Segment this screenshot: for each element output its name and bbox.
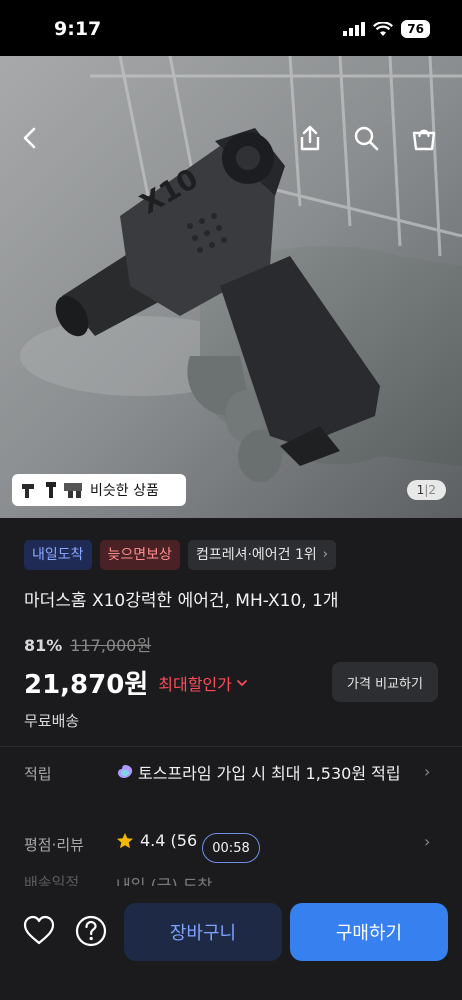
badge-late-compensation: 늦으면보상 (99, 540, 180, 570)
star-icon (117, 832, 133, 848)
status-time: 9:17 (54, 18, 102, 40)
shopping-bag-icon (412, 129, 436, 151)
price-row: 21,870원 최대할인가 (24, 664, 248, 701)
max-discount-label: 최대할인가 (158, 674, 232, 694)
points-info-text[interactable]: 토스프라임 가입 시 최대 1,530원 적립 (138, 760, 408, 788)
buy-now-button[interactable]: 구매하기 (290, 903, 448, 961)
product-image-carousel[interactable]: X10 (0, 56, 462, 518)
add-to-cart-button[interactable]: 장바구니 (124, 903, 282, 961)
status-icons: 76 (343, 20, 430, 38)
rating-label: 평점·리뷰 (24, 836, 84, 854)
badge-category-rank[interactable]: 컴프레셔·에어건 1위 › (187, 540, 336, 570)
chevron-right-icon: › (322, 547, 328, 562)
back-button[interactable] (12, 120, 48, 156)
similar-products-label: 비슷한 상품 (90, 483, 159, 499)
timer-badge: 00:58 (202, 833, 260, 863)
battery-indicator: 76 (401, 20, 430, 38)
chevron-right-icon[interactable]: › (424, 762, 430, 781)
chevron-left-icon (23, 127, 36, 149)
badge-row: 내일도착 늦으면보상 컴프레셔·에어건 1위 › (24, 540, 336, 570)
heart-icon (23, 915, 55, 945)
question-icon (75, 915, 107, 947)
similar-product-thumb-1 (22, 484, 34, 498)
category-rank-label: 컴프레셔·에어건 1위 (195, 547, 317, 563)
similar-product-thumb-2 (46, 482, 56, 498)
similar-products-chip[interactable]: 비슷한 상품 (12, 474, 186, 506)
similar-product-thumb-3 (64, 483, 82, 498)
price-compare-button[interactable]: 가격 비교하기 (332, 662, 438, 702)
section-divider (0, 746, 462, 747)
product-title: 마더스홈 X10강력한 에어건, MH-X10, 1개 (24, 591, 339, 611)
sale-price: 21,870원 (24, 670, 149, 700)
rating-value: 4.4 (56 (140, 831, 198, 850)
discount-rate: 81% (24, 636, 63, 655)
wishlist-button[interactable] (22, 914, 56, 948)
rating-summary[interactable]: 4.4 (56 (116, 831, 197, 850)
wifi-icon (373, 21, 394, 36)
toss-prime-icon (118, 765, 133, 778)
share-icon (300, 125, 320, 151)
search-icon (354, 126, 379, 151)
chevron-down-icon (236, 679, 247, 686)
discount-row: 81% 117,000원 (24, 632, 151, 656)
status-bar: 9:17 76 (0, 0, 462, 56)
points-label: 적립 (24, 765, 52, 783)
search-button[interactable] (348, 120, 384, 156)
help-button[interactable] (74, 914, 108, 948)
product-photo: X10 (0, 56, 462, 518)
image-page-indicator: 1|2 (406, 480, 446, 500)
cart-button[interactable] (406, 120, 442, 156)
max-discount-toggle[interactable]: 최대할인가 (158, 671, 248, 695)
badge-next-day-arrival: 내일도착 (24, 540, 92, 570)
signal-icon (343, 22, 366, 36)
original-price: 117,000원 (70, 636, 152, 655)
share-button[interactable] (292, 120, 328, 156)
shipping-info: 무료배송 (24, 712, 80, 730)
page-total: 2 (428, 483, 436, 497)
chevron-right-icon[interactable]: › (424, 832, 430, 851)
similar-product-thumbnails (20, 480, 84, 500)
